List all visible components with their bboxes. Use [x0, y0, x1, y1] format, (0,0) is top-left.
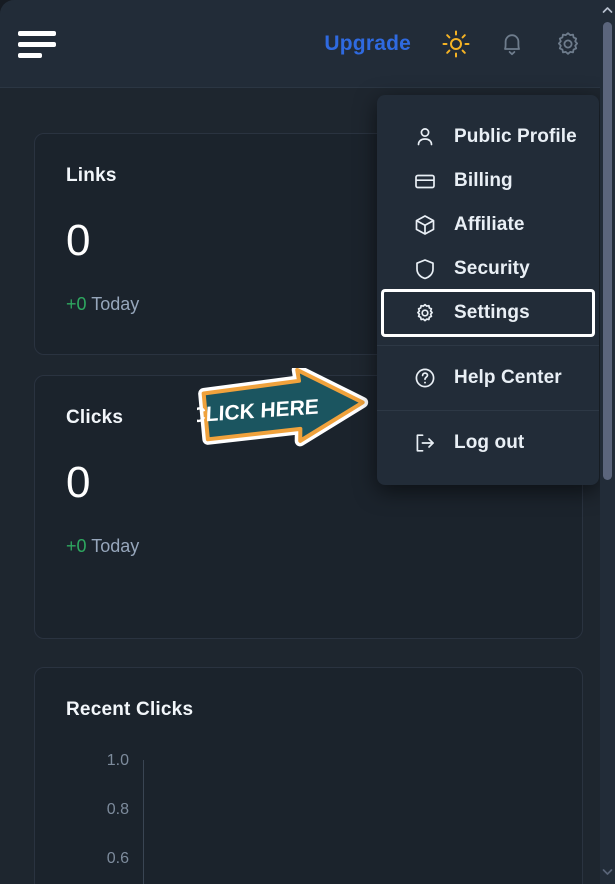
links-delta-label: Today: [91, 294, 140, 314]
gear-icon: [413, 301, 437, 325]
bell-icon[interactable]: [497, 29, 527, 59]
menu-item-label: Security: [454, 258, 530, 279]
account-dropdown-menu: Public Profile Billing Affiliate Securit…: [377, 95, 599, 485]
app-window: Upgrade Links 0 +0 Today Clicks 0 +0 Tod…: [0, 0, 615, 884]
question-circle-icon: [413, 366, 437, 390]
credit-card-icon: [413, 169, 437, 193]
upgrade-button[interactable]: Upgrade: [324, 32, 411, 56]
menu-item-help-center[interactable]: Help Center: [377, 356, 599, 400]
recent-clicks-card: Recent Clicks 1.0 0.8 0.6: [34, 667, 583, 884]
menu-section-help: Help Center: [377, 345, 599, 410]
gear-icon[interactable]: [553, 29, 583, 59]
window-frame: Upgrade Links 0 +0 Today Clicks 0 +0 Tod…: [0, 0, 605, 884]
sun-icon[interactable]: [441, 29, 471, 59]
menu-item-label: Log out: [454, 432, 525, 453]
menu-item-label: Affiliate: [454, 214, 525, 235]
clicks-card-subtext: +0 Today: [66, 536, 139, 557]
clicks-card-title: Clicks: [66, 407, 124, 428]
links-card-title: Links: [66, 165, 117, 186]
chevron-down-icon[interactable]: [600, 864, 615, 880]
chart-y-axis: [143, 760, 144, 884]
scrollbar-thumb[interactable]: [603, 22, 612, 480]
menu-item-settings[interactable]: Settings: [381, 289, 595, 337]
menu-item-affiliate[interactable]: Affiliate: [377, 203, 599, 247]
menu-item-public-profile[interactable]: Public Profile: [377, 115, 599, 159]
clicks-card-value: 0: [66, 458, 91, 507]
vertical-scrollbar[interactable]: [600, 0, 615, 884]
menu-section-session: Log out: [377, 410, 599, 475]
menu-item-billing[interactable]: Billing: [377, 159, 599, 203]
clicks-delta-label: Today: [91, 536, 140, 556]
menu-item-label: Public Profile: [454, 126, 577, 147]
recent-clicks-title: Recent Clicks: [66, 699, 194, 720]
recent-clicks-chart: 1.0 0.8 0.6: [35, 730, 584, 884]
menu-item-label: Settings: [454, 302, 530, 323]
shield-icon: [413, 257, 437, 281]
links-card-subtext: +0 Today: [66, 294, 139, 315]
logout-icon: [413, 431, 437, 455]
links-delta-value: +0: [66, 294, 87, 314]
header-actions: Upgrade: [324, 0, 583, 88]
hamburger-line: [18, 31, 56, 36]
user-icon: [413, 125, 437, 149]
chevron-up-icon[interactable]: [600, 2, 615, 18]
menu-item-label: Help Center: [454, 367, 562, 388]
hamburger-line: [18, 53, 42, 58]
chart-y-tick: 1.0: [106, 752, 129, 769]
menu-item-label: Billing: [454, 170, 513, 191]
menu-item-security[interactable]: Security: [377, 247, 599, 291]
menu-section-account: Public Profile Billing Affiliate Securit…: [377, 105, 599, 345]
menu-item-log-out[interactable]: Log out: [377, 421, 599, 465]
links-card-value: 0: [66, 216, 91, 265]
clicks-delta-value: +0: [66, 536, 87, 556]
box-icon: [413, 213, 437, 237]
hamburger-icon[interactable]: [18, 31, 56, 59]
chart-y-tick: 0.8: [106, 801, 129, 818]
top-header: Upgrade: [0, 0, 605, 88]
chart-y-tick: 0.6: [106, 850, 129, 867]
hamburger-line: [18, 42, 56, 47]
